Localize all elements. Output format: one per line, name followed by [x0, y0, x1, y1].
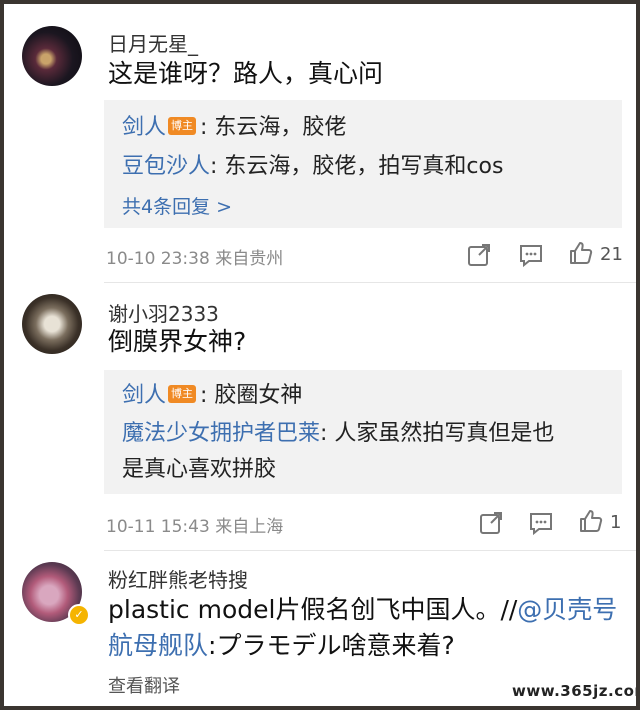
- like-count: 1: [610, 512, 622, 533]
- comment-list: 日月无星_ 这是谁呀？路人，真心问 剑人 博主: 东云海，胶佬 豆包沙人: 东云海…: [4, 4, 636, 706]
- avatar[interactable]: [22, 26, 82, 86]
- comment-username[interactable]: 粉红胖熊老特搜: [108, 564, 248, 593]
- comment-text-line2: 航母舰队:プラモデル啥意来着?: [108, 628, 455, 664]
- reply-username[interactable]: 剑人: [122, 115, 166, 140]
- reply-username[interactable]: 剑人: [122, 383, 166, 408]
- reply-username[interactable]: 豆包沙人: [122, 154, 210, 179]
- reply-box[interactable]: 剑人 博主: 东云海，胶佬 豆包沙人: 东云海，胶佬，拍写真和cos 共4条回复 …: [104, 100, 622, 228]
- comment-meta: 10-11 15:43 来自上海: [106, 517, 284, 537]
- reply-text: : 人家虽然拍写真但是也: [320, 421, 555, 446]
- watermark: www.365jz.com: [512, 682, 636, 700]
- reply-username[interactable]: 魔法少女拥护者巴莱: [122, 421, 320, 446]
- comment-username[interactable]: 谢小羽2333: [108, 298, 219, 327]
- share-icon[interactable]: [478, 510, 504, 536]
- avatar[interactable]: [22, 294, 82, 354]
- author-badge: 博主: [168, 117, 197, 135]
- comment-icon[interactable]: [518, 242, 544, 268]
- reply-line: 魔法少女拥护者巴莱: 人家虽然拍写真但是也: [122, 416, 554, 452]
- divider: [104, 282, 636, 283]
- translate-button[interactable]: 查看翻译: [108, 672, 180, 698]
- divider: [104, 550, 636, 551]
- more-replies-link[interactable]: 共4条回复 >: [122, 192, 232, 219]
- comment-text: 倒膜界女神?: [108, 327, 247, 356]
- reply-text: : 胶圈女神: [200, 383, 303, 408]
- reply-line: 剑人 博主: 东云海，胶佬: [122, 110, 346, 146]
- reply-line: 豆包沙人: 东云海，胶佬，拍写真和cos: [122, 149, 503, 185]
- like-icon[interactable]: [568, 240, 594, 266]
- like-icon[interactable]: [578, 508, 604, 534]
- comment-text-part: :プラモデル啥意来着?: [208, 631, 455, 660]
- comment-meta: 10-10 23:38 来自贵州: [106, 249, 284, 269]
- reply-line: 剑人 博主: 胶圈女神: [122, 378, 302, 414]
- mention-link[interactable]: @贝壳号: [517, 595, 617, 624]
- comment-text: plastic model片假名创飞中国人。//@贝壳号: [108, 592, 617, 628]
- reply-box[interactable]: 剑人 博主: 胶圈女神 魔法少女拥护者巴莱: 人家虽然拍写真但是也 是真心喜欢拼胶: [104, 370, 622, 494]
- share-icon[interactable]: [466, 242, 492, 268]
- comment-text: 这是谁呀？路人，真心问: [108, 59, 384, 88]
- comment-text-part: plastic model片假名创飞中国人。//: [108, 595, 518, 624]
- verified-badge-icon: ✓: [68, 604, 90, 626]
- comment-username[interactable]: 日月无星_: [108, 28, 198, 57]
- mention-link-continued[interactable]: 航母舰队: [108, 631, 208, 660]
- comment-icon[interactable]: [528, 510, 554, 536]
- author-badge: 博主: [168, 385, 197, 403]
- like-count: 21: [600, 244, 623, 265]
- reply-line-continued: 是真心喜欢拼胶: [122, 457, 277, 482]
- reply-text: : 东云海，胶佬: [200, 115, 347, 140]
- reply-text: : 东云海，胶佬，拍写真和cos: [210, 154, 504, 179]
